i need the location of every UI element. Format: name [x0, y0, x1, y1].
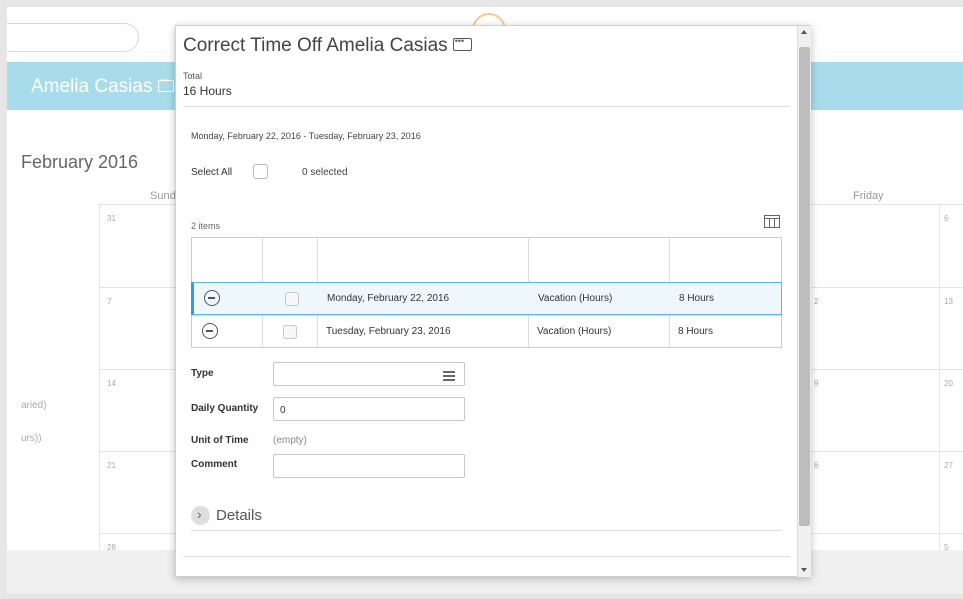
- comment-label: Comment: [191, 459, 238, 470]
- expand-details-icon[interactable]: [191, 506, 210, 525]
- comment-input[interactable]: [273, 454, 465, 478]
- dialog-title: Correct Time Off Amelia Casias: [183, 35, 472, 57]
- row-quantity: 8 Hours: [679, 293, 715, 304]
- select-all-label: Select All: [191, 167, 233, 178]
- prompt-list-icon[interactable]: [443, 371, 455, 381]
- calendar-day-number: 6: [814, 461, 819, 470]
- details-toggle[interactable]: Details: [216, 507, 262, 524]
- date-range: Monday, February 22, 2016 - Tuesday, Feb…: [191, 131, 421, 141]
- scroll-thumb[interactable]: [799, 47, 810, 526]
- dialog-title-text: Correct Time Off Amelia Casias: [183, 35, 448, 56]
- scroll-down-icon[interactable]: [801, 568, 807, 572]
- row-checkbox[interactable]: [283, 325, 297, 339]
- calendar-day-number: 13: [944, 297, 953, 306]
- month-title: February 2016: [21, 152, 139, 172]
- total-value: 16 Hours: [183, 84, 232, 98]
- table-columns-icon[interactable]: [764, 215, 780, 228]
- legend-label: aried): [21, 400, 47, 411]
- calendar-day-number: 2: [814, 297, 819, 306]
- row-type: Vacation (Hours): [537, 326, 612, 337]
- scroll-up-icon[interactable]: [801, 30, 807, 34]
- type-input[interactable]: [273, 362, 465, 386]
- total-label: Total: [183, 71, 203, 81]
- calendar-divider: [99, 204, 100, 594]
- divider: [183, 106, 790, 107]
- calendar-day-number: 6: [944, 214, 949, 223]
- table-row[interactable]: Monday, February 22, 2016 Vacation (Hour…: [191, 282, 782, 315]
- day-header-sunday: Sund: [150, 190, 176, 202]
- row-date: Tuesday, February 23, 2016: [326, 326, 451, 337]
- unit-of-time-value: (empty): [273, 435, 307, 446]
- remove-row-icon[interactable]: [204, 290, 220, 306]
- calendar-day-number: 31: [107, 214, 116, 223]
- daily-quantity-input[interactable]: 0: [273, 397, 465, 421]
- worker-name[interactable]: Amelia Casias: [31, 76, 152, 98]
- row-type: Vacation (Hours): [538, 293, 613, 304]
- correct-time-off-dialog: Correct Time Off Amelia Casias Total 16 …: [175, 25, 811, 577]
- daily-quantity-label: Daily Quantity: [191, 403, 259, 414]
- items-count: 2 items: [191, 221, 221, 231]
- selected-count: 0 selected: [302, 167, 348, 178]
- calendar-day-number: 21: [107, 461, 116, 470]
- calendar-day-number: 9: [814, 379, 819, 388]
- dialog-scrollbar[interactable]: [797, 26, 811, 577]
- select-all-checkbox[interactable]: [253, 164, 268, 179]
- row-date: Monday, February 22, 2016: [327, 293, 450, 304]
- search-input[interactable]: [7, 23, 139, 52]
- legend-label: urs)): [21, 433, 42, 444]
- unit-of-time-label: Unit of Time: [191, 435, 249, 446]
- calendar-day-number: 20: [944, 379, 953, 388]
- divider: [183, 556, 790, 557]
- remove-row-icon[interactable]: [202, 323, 218, 339]
- related-actions-icon[interactable]: [158, 76, 174, 92]
- divider: [191, 530, 782, 531]
- calendar-divider: [939, 204, 940, 594]
- row-checkbox[interactable]: [285, 292, 299, 306]
- day-header-friday: Friday: [853, 190, 884, 202]
- row-quantity: 8 Hours: [678, 326, 714, 337]
- calendar-day-number: 7: [107, 297, 112, 306]
- table-row[interactable]: Tuesday, February 23, 2016 Vacation (Hou…: [192, 316, 781, 348]
- calendar-day-number: 27: [944, 461, 953, 470]
- type-label: Type: [191, 368, 214, 379]
- calendar-day-number: 14: [107, 379, 116, 388]
- related-actions-icon[interactable]: [452, 36, 472, 51]
- time-off-table: Monday, February 22, 2016 Vacation (Hour…: [191, 237, 782, 348]
